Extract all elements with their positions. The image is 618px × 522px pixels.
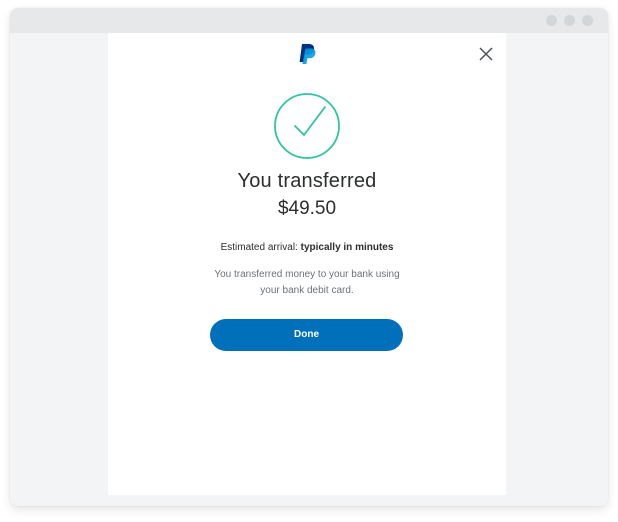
browser-window: You transferred $49.50 Estimated arrival… bbox=[10, 8, 608, 506]
transfer-headline: You transferred bbox=[237, 170, 377, 192]
window-titlebar bbox=[10, 8, 608, 33]
checkmark-circle-icon bbox=[274, 93, 340, 159]
estimated-arrival: Estimated arrival: typically in minutes bbox=[108, 242, 506, 253]
arrival-label: Estimated arrival: bbox=[220, 242, 298, 253]
window-control-dot[interactable] bbox=[546, 15, 557, 26]
arrival-value: typically in minutes bbox=[300, 242, 394, 253]
paypal-logo-icon bbox=[299, 44, 316, 64]
close-icon[interactable] bbox=[476, 44, 496, 64]
transfer-confirmation-panel: You transferred $49.50 Estimated arrival… bbox=[108, 33, 506, 495]
transfer-amount: $49.50 bbox=[277, 198, 337, 219]
window-control-dot[interactable] bbox=[564, 15, 575, 26]
transfer-info-text: You transferred money to your bank using… bbox=[214, 269, 400, 296]
done-button[interactable]: Done bbox=[210, 319, 403, 351]
window-control-dot[interactable] bbox=[582, 15, 593, 26]
